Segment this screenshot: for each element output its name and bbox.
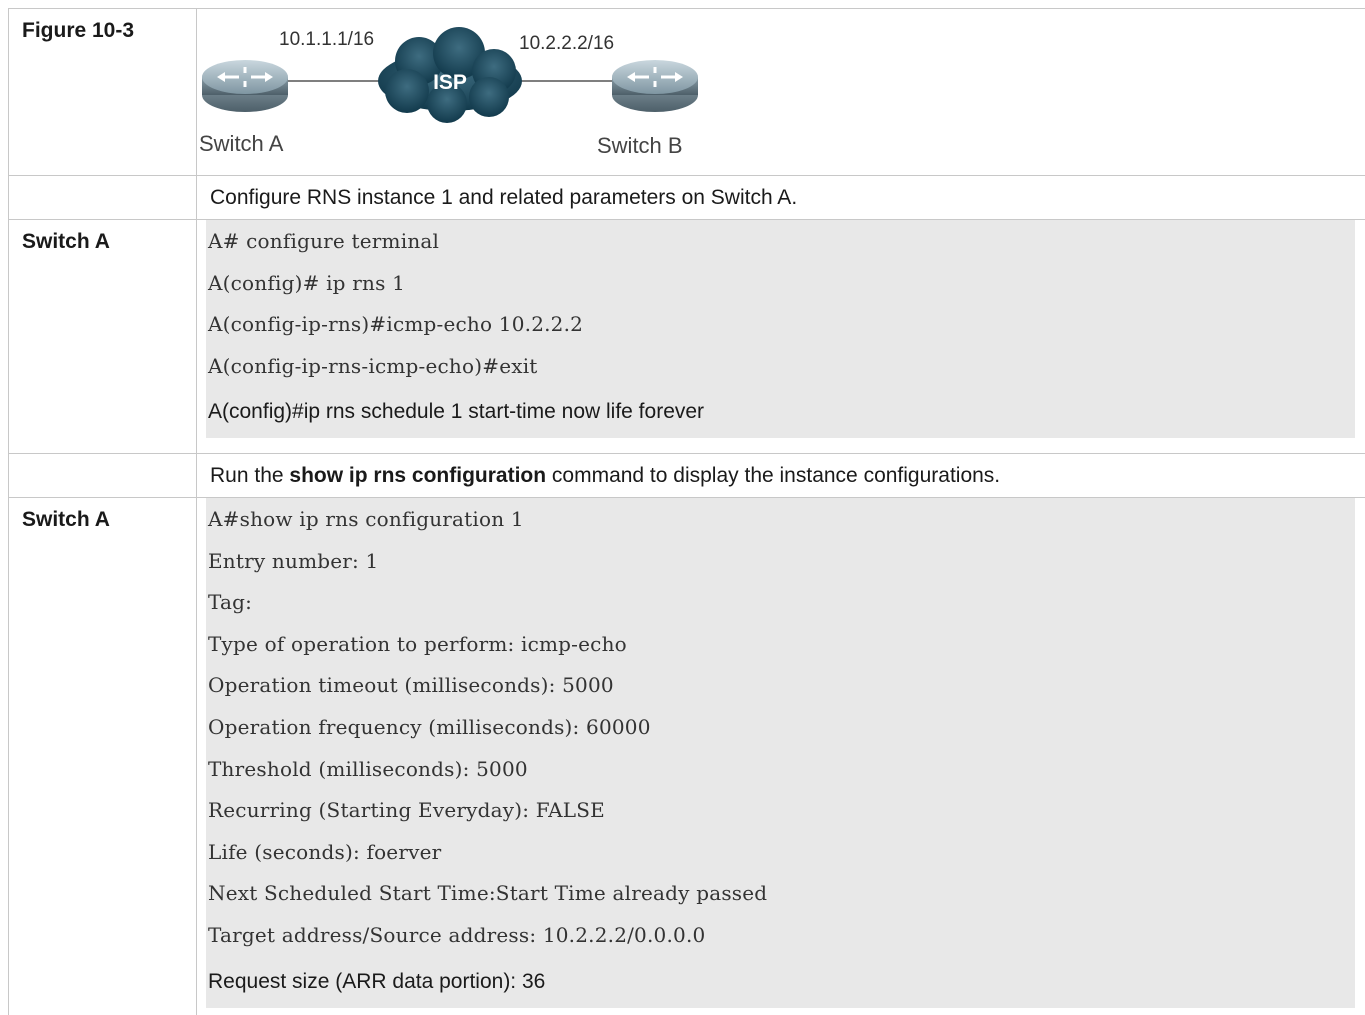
- code-line: Request size (ARR data portion): 36: [208, 969, 546, 993]
- code-line: A# configure terminal: [208, 229, 440, 253]
- empty-label-cell: [8, 454, 197, 497]
- code-line: Type of operation to perform: icmp-echo: [208, 631, 627, 656]
- topology-diagram-cell: ISP 10.1.1.1/16 10.2.2.2/16 Switch A Swi…: [197, 9, 1365, 175]
- empty-label-cell: [8, 176, 197, 219]
- code-line: Operation frequency (milliseconds): 6000…: [208, 714, 651, 739]
- code-line: Threshold (milliseconds): 5000: [208, 756, 528, 781]
- step2-row: Run the show ip rns configuration comman…: [8, 453, 1365, 497]
- ip-left-label: 10.1.1.1/16: [279, 29, 374, 50]
- code-line: Operation timeout (milliseconds): 5000: [208, 673, 614, 698]
- ip-right-label: 10.2.2.2/16: [519, 33, 614, 54]
- show-output-block: A#show ip rns configuration 1 Entry numb…: [206, 498, 1355, 1008]
- switch-b-router-icon: [612, 60, 698, 112]
- config-row: Switch A A# configure terminal A(config)…: [8, 219, 1365, 453]
- switch-a-router-icon: [202, 60, 288, 112]
- code-line: A#show ip rns configuration 1: [208, 507, 524, 531]
- isp-label: ISP: [433, 71, 467, 94]
- figure-label: Figure 10-3: [8, 9, 197, 175]
- code-line: A(config-ip-rns-icmp-echo)#exit: [208, 353, 538, 378]
- topology-diagram: ISP 10.1.1.1/16 10.2.2.2/16 Switch A Swi…: [199, 27, 698, 158]
- figure-row: Figure 10-3 ISP 10.1.1.1/16 10.2.2.2/16 …: [8, 8, 1365, 175]
- document-table: Figure 10-3 ISP 10.1.1.1/16 10.2.2.2/16 …: [8, 8, 1365, 1015]
- config-code-block: A# configure terminal A(config)# ip rns …: [206, 220, 1355, 439]
- code-line: Recurring (Starting Everyday): FALSE: [208, 798, 605, 823]
- code-line: Entry number: 1: [208, 548, 379, 573]
- switch-a-label: Switch A: [199, 131, 284, 156]
- code-line: Target address/Source address: 10.2.2.2/…: [208, 922, 706, 947]
- step2-prefix: Run the: [210, 464, 290, 487]
- show-output-row: Switch A A#show ip rns configuration 1 E…: [8, 497, 1365, 1015]
- show-device-label: Switch A: [8, 498, 197, 1015]
- config-device-label: Switch A: [8, 220, 197, 453]
- step2-command: show ip rns configuration: [289, 464, 547, 487]
- code-line: Life (seconds): foerver: [208, 839, 442, 864]
- code-line: Tag:: [208, 590, 253, 615]
- code-line: A(config)#ip rns schedule 1 start-time n…: [208, 400, 705, 424]
- step1-text: Configure RNS instance 1 and related par…: [210, 186, 798, 209]
- step1-row: Configure RNS instance 1 and related par…: [8, 175, 1365, 219]
- switch-b-label: Switch B: [597, 133, 683, 158]
- step2-text: Run the show ip rns configuration comman…: [197, 454, 1365, 497]
- code-line: A(config)# ip rns 1: [208, 270, 406, 295]
- step2-suffix: command to display the instance configur…: [546, 464, 1001, 487]
- code-line: A(config-ip-rns)#icmp-echo 10.2.2.2: [208, 312, 584, 337]
- code-line: Next Scheduled Start Time:Start Time alr…: [208, 881, 768, 906]
